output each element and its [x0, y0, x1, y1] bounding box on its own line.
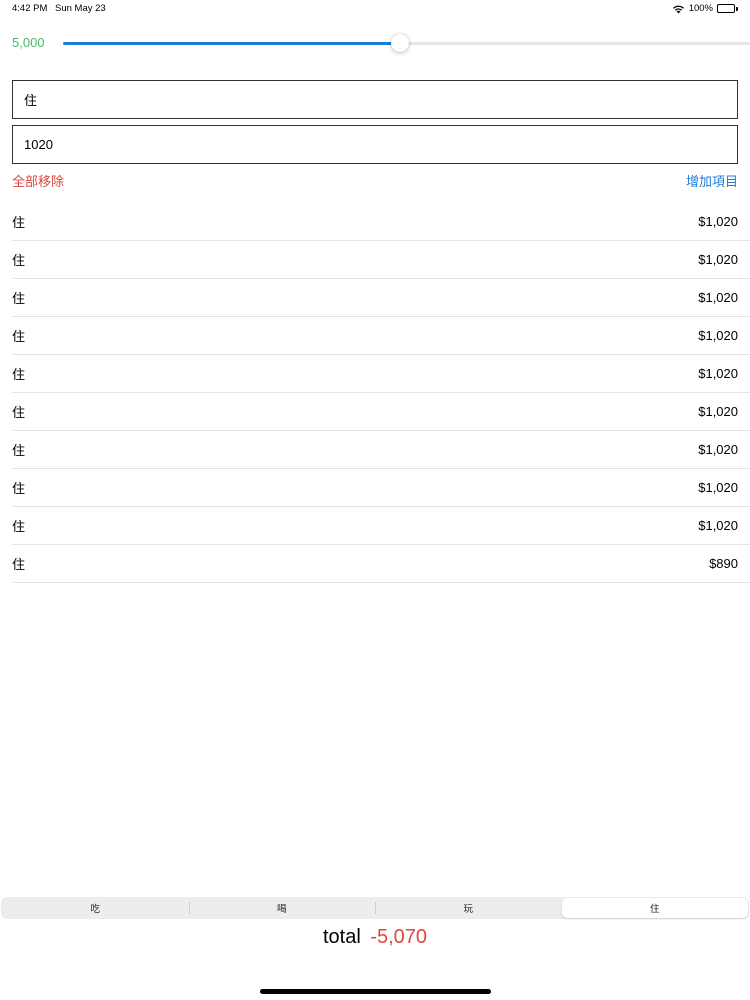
slider-thumb[interactable] — [390, 34, 409, 52]
item-name: 住 — [12, 557, 26, 572]
item-amount: $1,020 — [698, 214, 738, 229]
segment-play[interactable]: 玩 — [375, 898, 562, 918]
list-item[interactable]: 住 $1,020 — [12, 507, 750, 545]
item-name: 住 — [12, 215, 26, 230]
status-time: 4:42 PM — [12, 3, 48, 14]
slider-fill — [63, 42, 400, 45]
total-value: -5,070 — [370, 926, 428, 948]
item-amount: $1,020 — [698, 480, 738, 495]
item-name: 住 — [12, 519, 26, 534]
item-amount-field[interactable] — [12, 125, 738, 164]
status-indicators: 100% — [672, 3, 738, 14]
item-amount: $1,020 — [698, 328, 738, 343]
item-amount: $1,020 — [698, 404, 738, 419]
list-item[interactable]: 住 $1,020 — [12, 241, 750, 279]
budget-slider[interactable] — [63, 34, 750, 52]
remove-all-button[interactable]: 全部移除 — [12, 171, 64, 190]
item-amount: $1,020 — [698, 518, 738, 533]
item-amount: $890 — [709, 556, 738, 571]
list-item[interactable]: 住 $1,020 — [12, 431, 750, 469]
list-item[interactable]: 住 $1,020 — [12, 469, 750, 507]
expense-list: 住 $1,020 住 $1,020 住 $1,020 住 $1,020 住 $1… — [12, 203, 750, 583]
add-item-button[interactable]: 增加項目 — [686, 171, 738, 190]
category-segmented-control: 吃 喝 玩 住 — [1, 897, 749, 919]
item-name: 住 — [12, 443, 26, 458]
item-name: 住 — [12, 405, 26, 420]
total-summary: total -5,070 — [0, 926, 750, 949]
item-amount: $1,020 — [698, 442, 738, 457]
wifi-icon — [672, 4, 685, 14]
item-amount: $1,020 — [698, 252, 738, 267]
item-name: 住 — [12, 367, 26, 382]
list-item[interactable]: 住 $1,020 — [12, 203, 750, 241]
segment-live[interactable]: 住 — [561, 898, 748, 918]
battery-percent: 100% — [688, 3, 713, 14]
item-amount: $1,020 — [698, 290, 738, 305]
home-indicator[interactable] — [260, 989, 491, 994]
status-bar: 4:42 PM Sun May 23 100% — [0, 0, 750, 18]
total-label: total — [322, 926, 361, 948]
item-name: 住 — [12, 481, 26, 496]
list-item[interactable]: 住 $1,020 — [12, 279, 750, 317]
segment-eat[interactable]: 吃 — [2, 898, 189, 918]
segment-drink[interactable]: 喝 — [188, 898, 376, 918]
item-name-field[interactable] — [12, 80, 738, 119]
list-item[interactable]: 住 $1,020 — [12, 355, 750, 393]
item-amount: $1,020 — [698, 366, 738, 381]
list-item[interactable]: 住 $890 — [12, 545, 750, 583]
item-name: 住 — [12, 253, 26, 268]
battery-icon — [717, 4, 738, 14]
budget-slider-row: 5,000 — [0, 28, 750, 58]
list-item[interactable]: 住 $1,020 — [12, 393, 750, 431]
item-name: 住 — [12, 329, 26, 344]
slider-value-label: 5,000 — [12, 35, 45, 50]
list-item[interactable]: 住 $1,020 — [12, 317, 750, 355]
status-date: Sun May 23 — [55, 3, 106, 14]
item-name: 住 — [12, 291, 26, 306]
